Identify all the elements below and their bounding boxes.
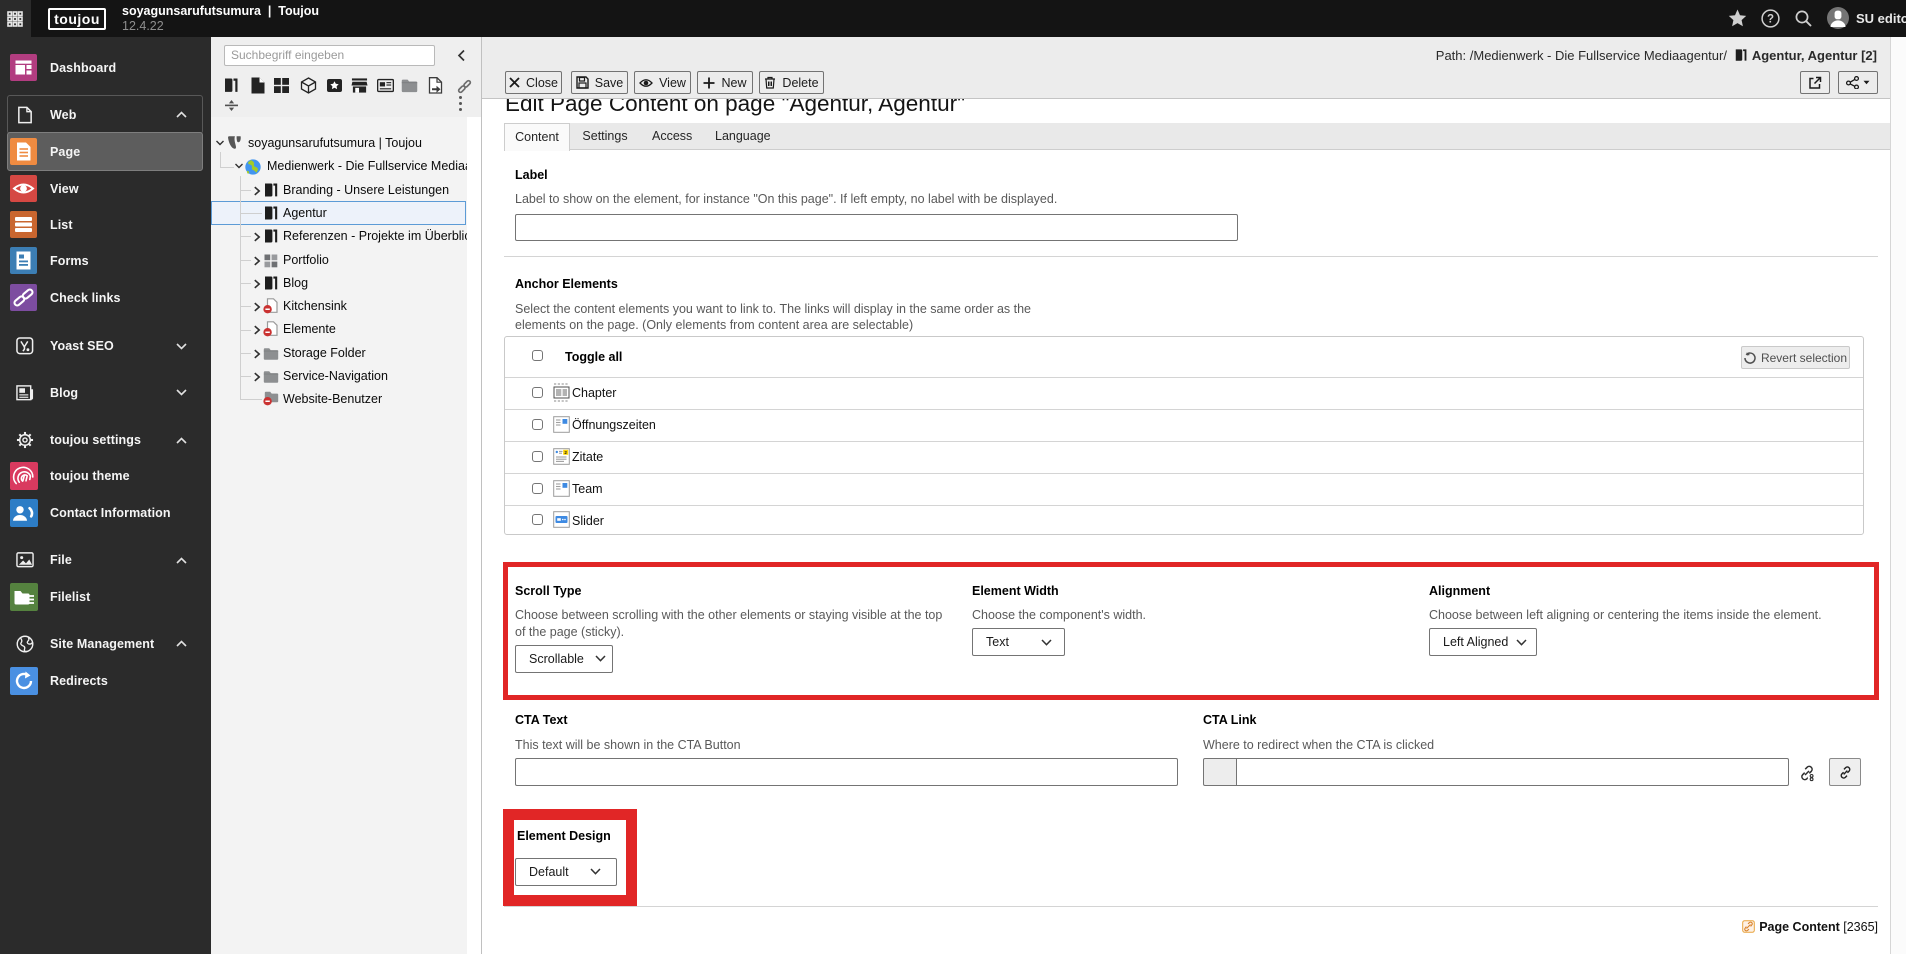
svg-text:?: ? (1767, 14, 1774, 26)
svg-text:2: 2 (564, 450, 567, 455)
